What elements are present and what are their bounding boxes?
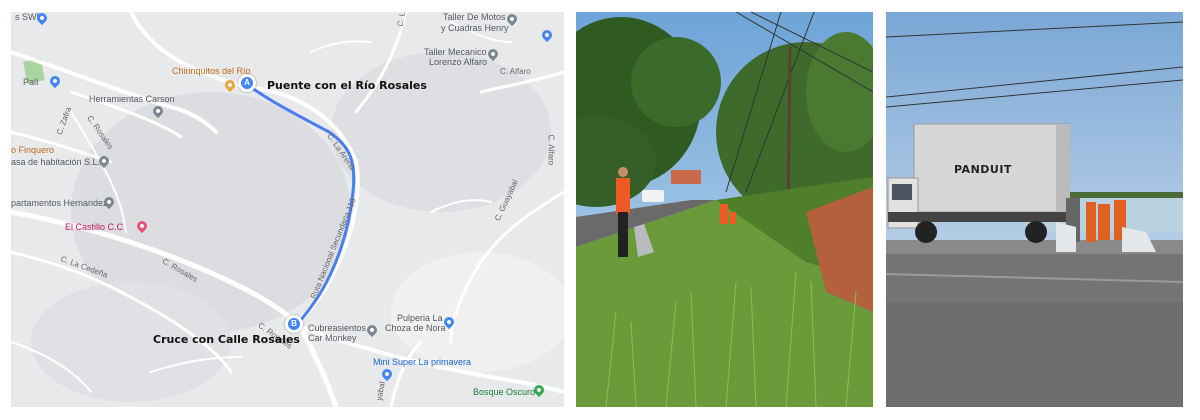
poi-finquero: o Finquero — [11, 145, 55, 155]
poi-taller-mecanico-2: Lorenzo Alfaro — [429, 57, 488, 67]
poi-pali: Palí — [23, 77, 39, 87]
truck-brand-logo: PANDUIT — [954, 163, 1012, 176]
poi-taller-motos-2: y Cuadras Henry — [441, 23, 509, 33]
poi-mini-super: Mini Super La primavera — [373, 357, 472, 367]
truck-scene — [886, 12, 1183, 407]
truck-cleanup-photo: PANDUIT — [886, 12, 1183, 407]
roadside-cleanup-photo — [576, 12, 873, 407]
roadside-scene — [576, 12, 873, 407]
poi-castillo: El Castillo C.C — [65, 222, 124, 232]
route-start-label: Puente con el Río Rosales — [267, 79, 427, 92]
poi-casa-habitacion: asa de habitación S.L.V — [11, 157, 107, 167]
poi-apartamentos: partamentos Hernandez — [11, 198, 108, 208]
route-start-marker[interactable]: A — [238, 74, 256, 92]
road-c-alfaro-2: C. Alfaro — [546, 134, 556, 166]
poi-chirinquitos: Chirinquitos del Río — [172, 66, 251, 76]
poi-taller-motos: Taller De Motos — [443, 12, 506, 22]
road-c-alfaro: C. Alfaro — [500, 67, 531, 76]
route-end-marker[interactable]: B — [285, 315, 303, 333]
poi-bosque: Bosque Oscuro — [473, 387, 536, 397]
poi-herramientas: Herramientas Carson — [89, 94, 175, 104]
poi-cubreasientos-2: Car Monkey — [308, 333, 357, 343]
poi-pulperia-2: Choza de Nora — [385, 323, 446, 333]
route-end-label: Cruce con Calle Rosales — [153, 333, 300, 346]
route-map[interactable]: s SWB Taller De Motos y Cuadras Henry Ta… — [11, 12, 564, 407]
